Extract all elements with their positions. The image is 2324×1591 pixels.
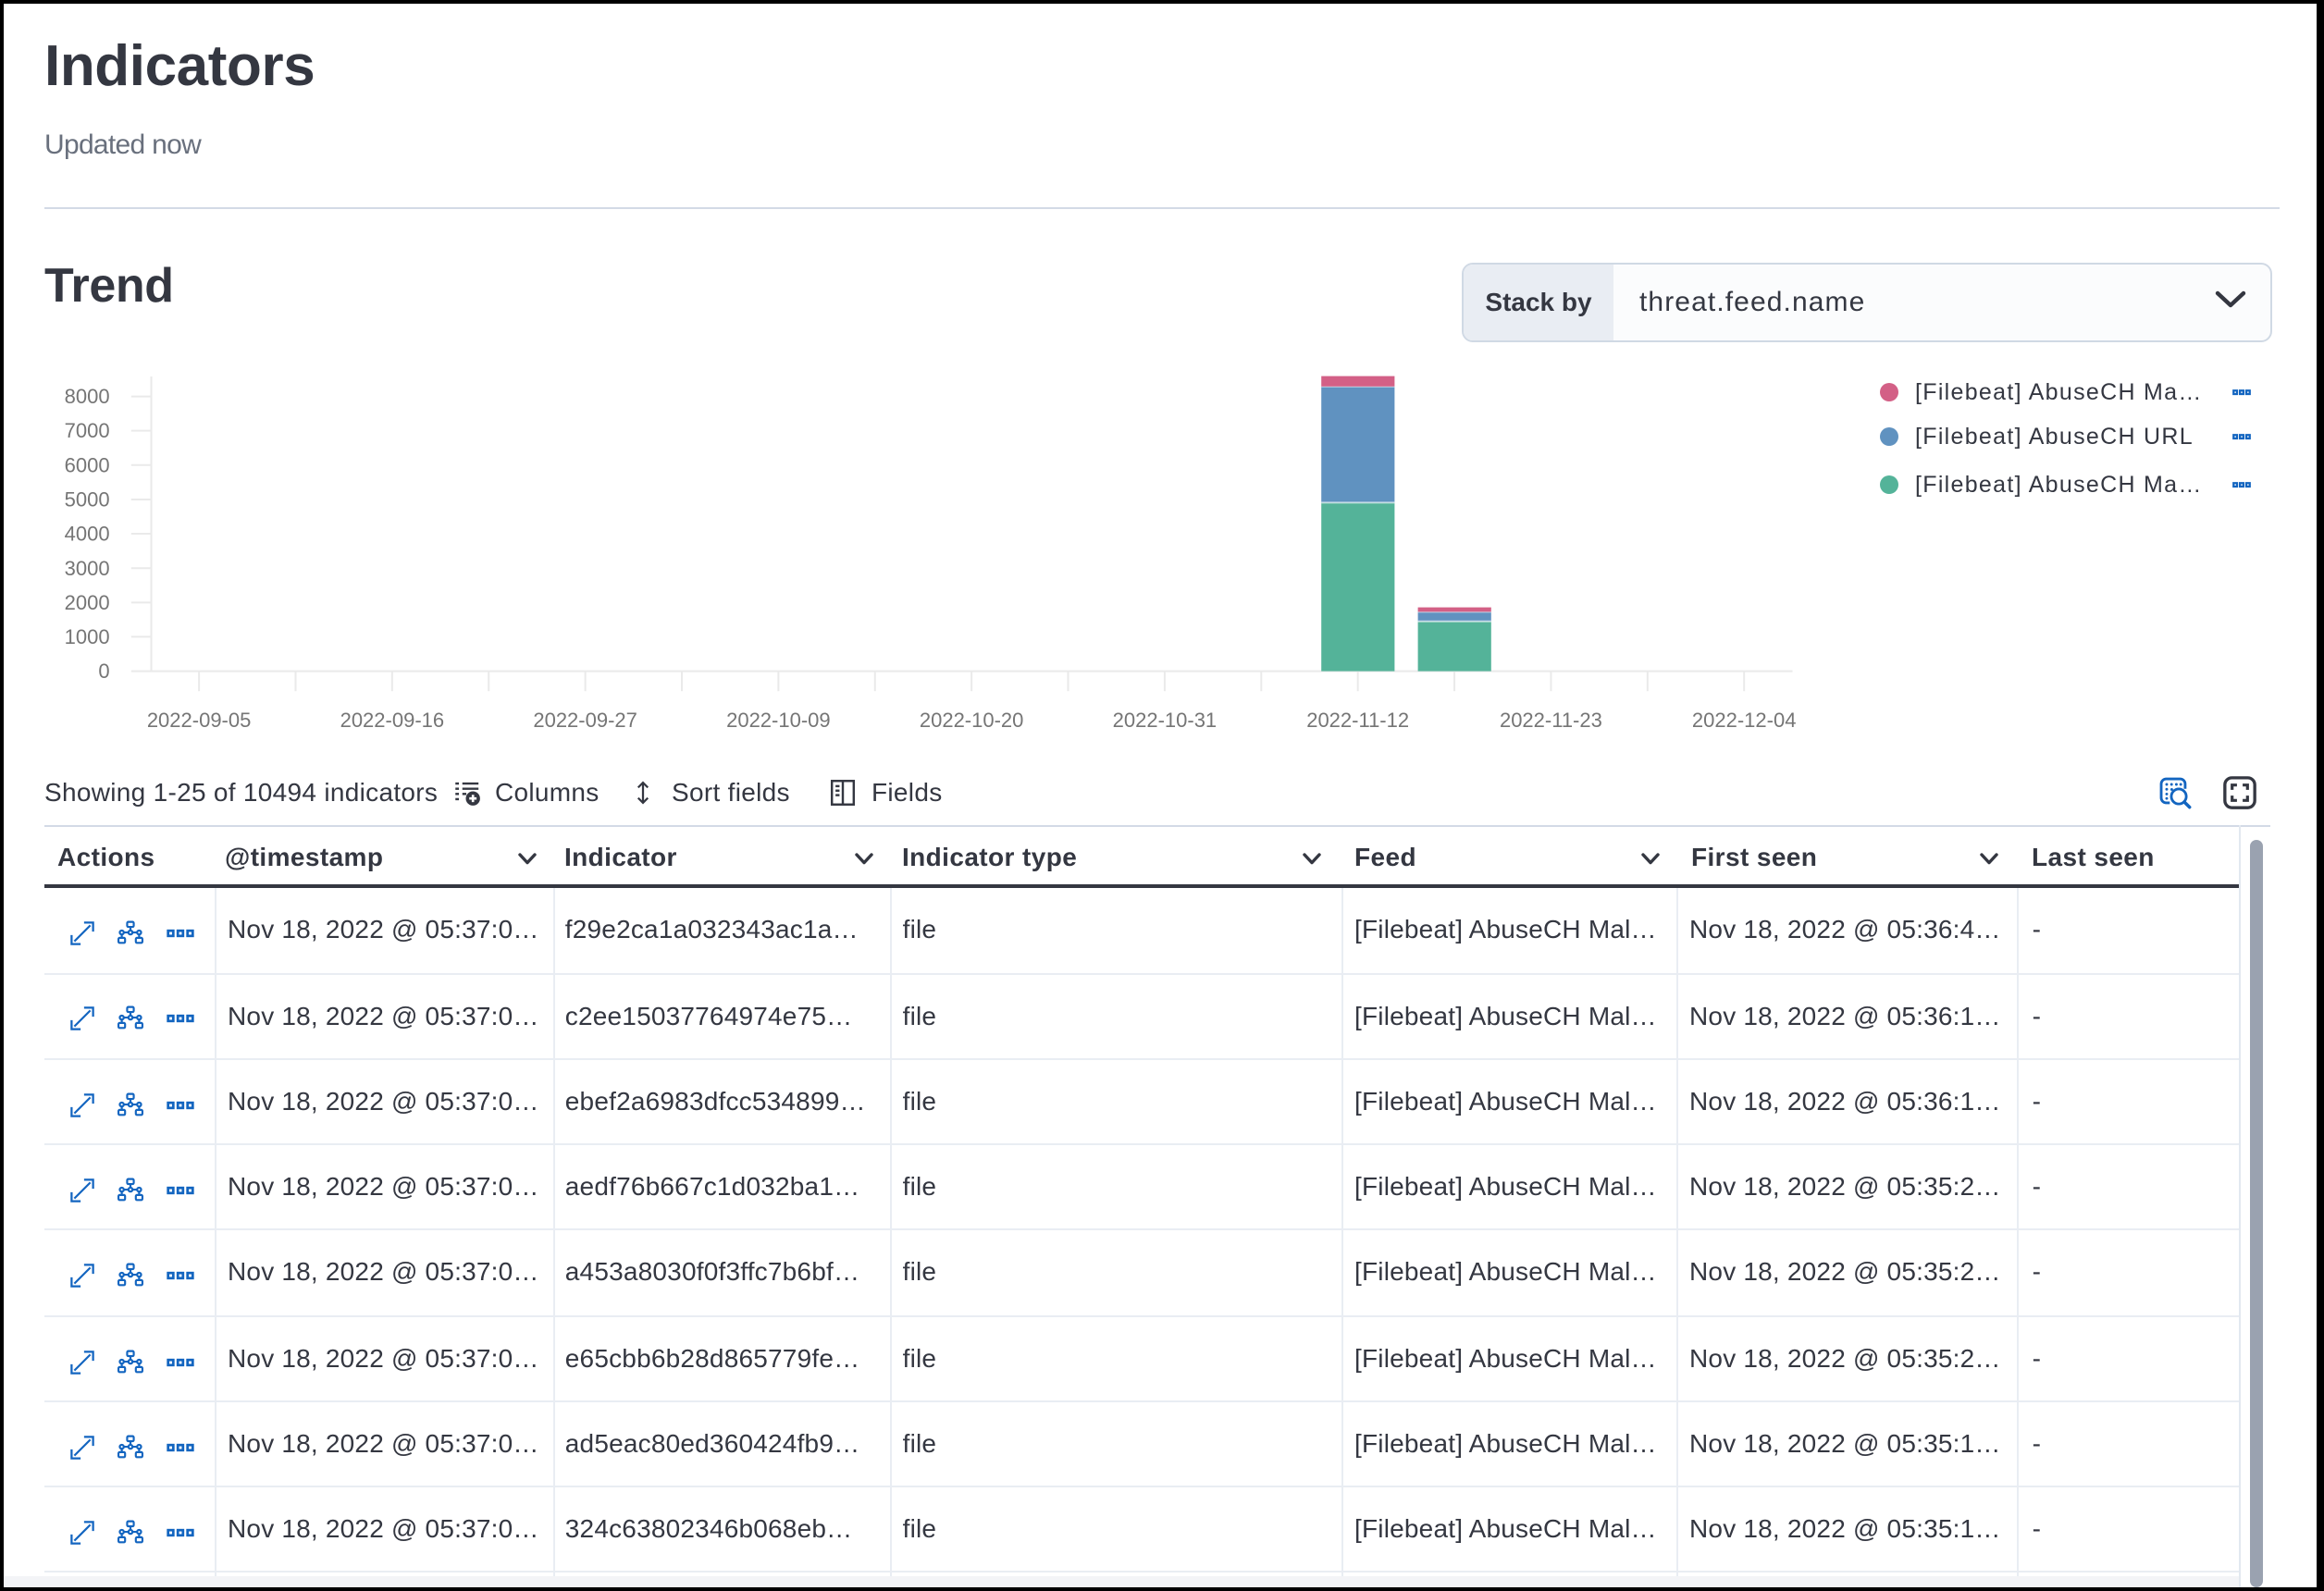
svg-text:8000: 8000 bbox=[65, 385, 110, 408]
svg-text:2022-09-27: 2022-09-27 bbox=[533, 709, 637, 732]
svg-text:4000: 4000 bbox=[65, 523, 110, 546]
svg-text:2022-11-12: 2022-11-12 bbox=[1306, 709, 1409, 732]
svg-text:2022-10-20: 2022-10-20 bbox=[920, 709, 1024, 732]
svg-text:2022-09-16: 2022-09-16 bbox=[340, 709, 445, 732]
svg-text:2022-12-04: 2022-12-04 bbox=[1692, 709, 1797, 732]
svg-text:0: 0 bbox=[98, 660, 109, 683]
svg-text:5000: 5000 bbox=[65, 488, 110, 512]
svg-text:2022-11-23: 2022-11-23 bbox=[1500, 709, 1602, 732]
svg-text:2022-10-09: 2022-10-09 bbox=[726, 709, 831, 732]
svg-text:1000: 1000 bbox=[65, 625, 110, 648]
svg-text:6000: 6000 bbox=[65, 453, 110, 476]
svg-text:2022-10-31: 2022-10-31 bbox=[1113, 709, 1218, 732]
svg-text:7000: 7000 bbox=[65, 419, 110, 442]
svg-text:2022-09-05: 2022-09-05 bbox=[147, 709, 252, 732]
svg-text:3000: 3000 bbox=[65, 557, 110, 580]
svg-text:2000: 2000 bbox=[65, 591, 110, 614]
